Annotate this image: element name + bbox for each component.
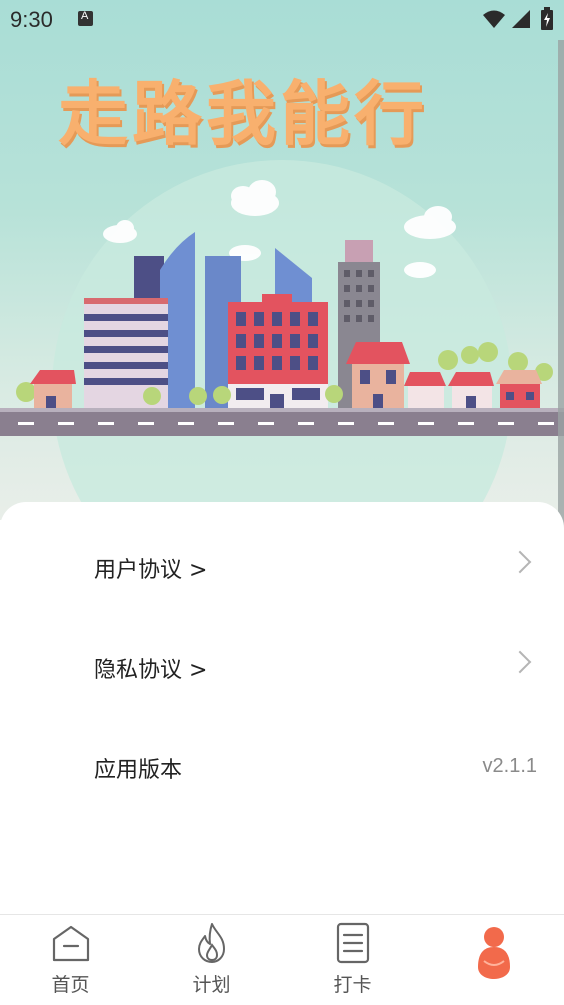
app-version-row: 应用版本 v2.1.1: [0, 736, 564, 796]
user-agreement-row[interactable]: 用户协议 >: [0, 536, 564, 596]
bottom-nav: 首页 计划 打卡: [0, 914, 564, 1005]
tab-home[interactable]: 首页: [0, 915, 141, 1005]
tab-checkin[interactable]: 打卡: [282, 915, 423, 1005]
tab-checkin-label: 打卡: [333, 974, 372, 996]
tab-plan[interactable]: 计划: [141, 915, 282, 1005]
settings-card: 用户协议 > 隐私协议 > 应用版本 v2.1.1: [0, 502, 564, 922]
status-time: 9:30: [10, 7, 53, 32]
app-version-label: 应用版本: [94, 758, 183, 783]
chevron-right-icon: [508, 550, 532, 574]
tab-profile[interactable]: [423, 915, 564, 1005]
signal-icon: [512, 10, 530, 28]
profile-icon: [477, 927, 510, 979]
home-icon: [52, 925, 89, 962]
app-version-value: v2.1.1: [482, 755, 537, 777]
checklist-icon: [336, 922, 369, 964]
flame-icon: [197, 923, 225, 963]
status-bar: 9:30: [0, 0, 564, 40]
notification-a-icon: [78, 10, 93, 26]
battery-icon: [541, 7, 553, 30]
tab-plan-label: 计划: [192, 974, 231, 996]
tab-home-label: 首页: [51, 974, 90, 996]
wifi-icon: [483, 10, 505, 28]
app-title: 走路我能行: [58, 73, 428, 155]
privacy-policy-label: 隐私协议 >: [94, 658, 208, 683]
privacy-policy-row[interactable]: 隐私协议 >: [0, 636, 564, 696]
user-agreement-label: 用户协议 >: [94, 558, 208, 583]
header-illustration: 走路我能行: [0, 0, 564, 520]
chevron-right-icon: [508, 650, 532, 674]
